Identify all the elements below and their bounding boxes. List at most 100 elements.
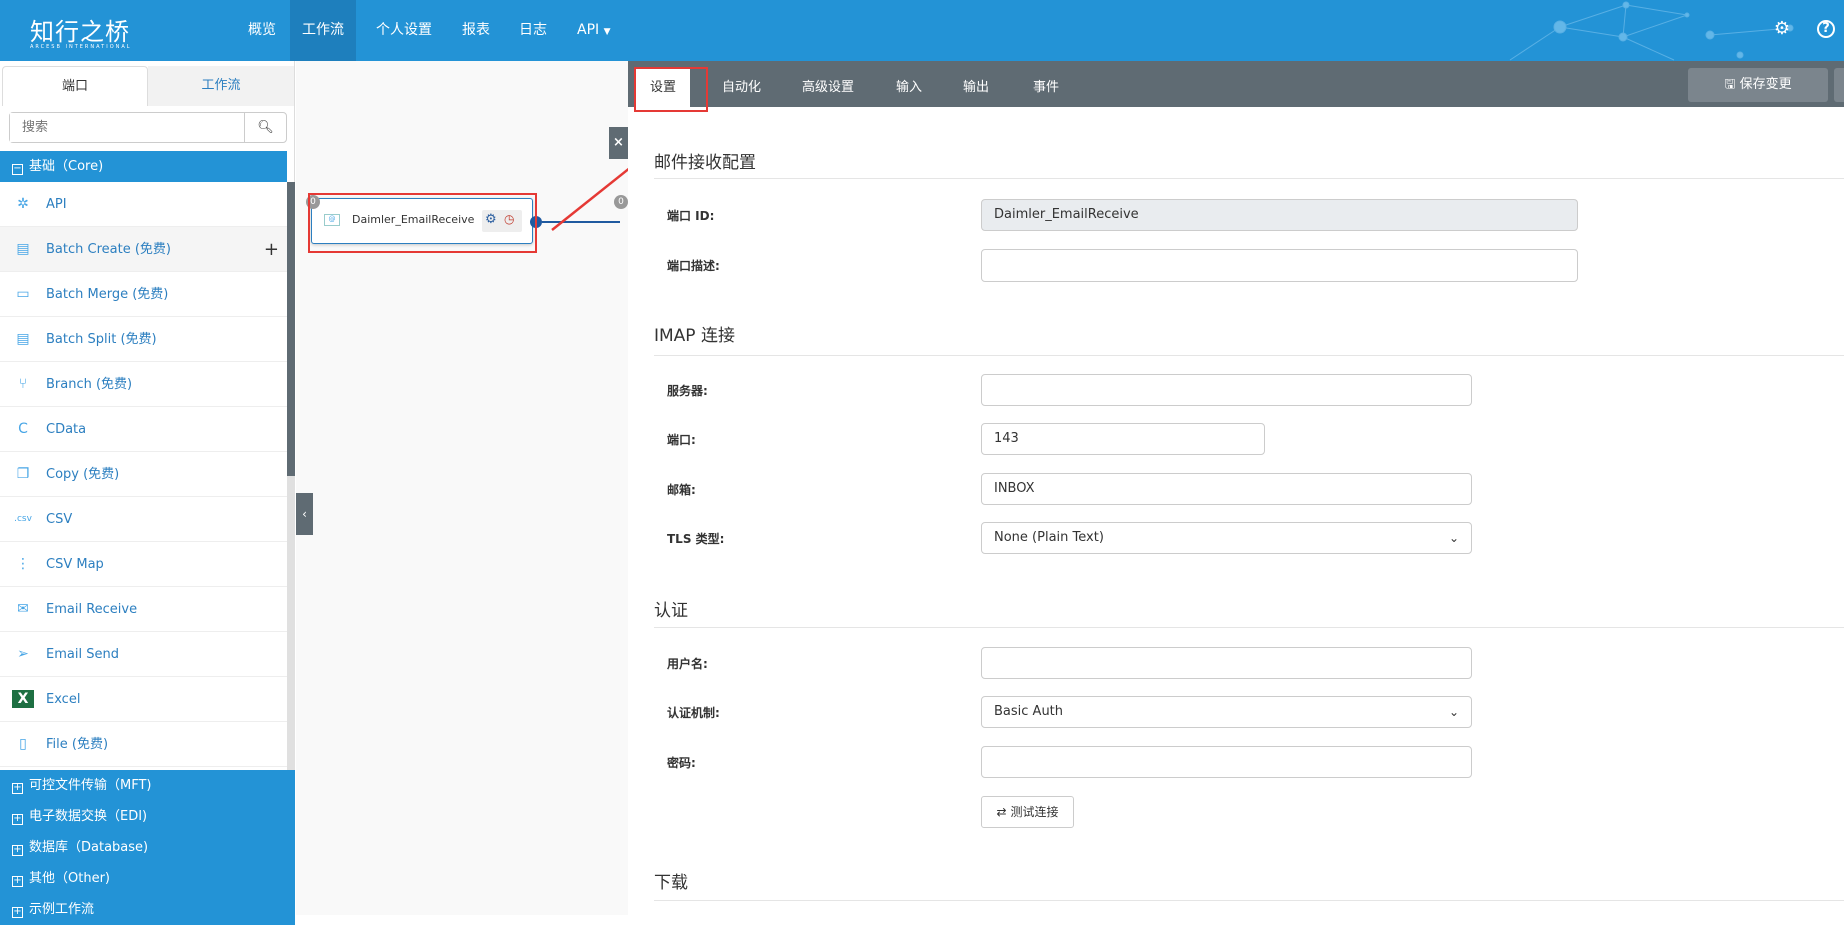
item-label: API [46, 197, 67, 212]
cdata-icon: C [18, 421, 28, 437]
port-id-label: 端口 ID: [667, 209, 715, 223]
section-download: 下载 [654, 873, 688, 893]
copy-icon: ❐ [16, 466, 30, 482]
help-icon[interactable]: ? [1817, 20, 1835, 38]
category-item[interactable]: + 可控文件传输（MFT) [0, 770, 295, 801]
highlight-tab-box [634, 67, 708, 112]
logo-subtitle: ARCESB INTERNATIONAL [30, 44, 132, 50]
search-box: 🔍︎ [9, 112, 287, 143]
divider [654, 627, 1844, 628]
highlight-node-box [308, 193, 537, 253]
exchange-icon: ⇄ [996, 805, 1007, 819]
tls-select[interactable]: None (Plain Text) ⌄ [981, 522, 1472, 554]
nav-api[interactable]: API ▼ [565, 0, 623, 61]
nav-reports[interactable]: 报表 [450, 0, 502, 61]
list-item[interactable]: X Excel [0, 677, 287, 722]
tab-input[interactable]: 输入 [882, 69, 936, 107]
list-item[interactable]: ▤ Batch Create (免费) + [0, 227, 287, 272]
category-item[interactable]: + 电子数据交换（EDI) [0, 801, 295, 832]
gear-icon[interactable]: ⚙ [1770, 18, 1794, 39]
item-label: Copy (免费) [46, 467, 120, 482]
divider [654, 178, 1844, 179]
search-icon[interactable]: 🔍︎ [244, 113, 286, 142]
batch-split-icon: ▤ [16, 331, 30, 347]
list-item[interactable]: ⑂ Branch (免费) [0, 362, 287, 407]
auth-mechanism-select[interactable]: Basic Auth ⌄ [981, 696, 1472, 728]
port-label: 端口: [667, 433, 696, 447]
list-item[interactable]: ▭ Batch Merge (免费) [0, 272, 287, 317]
section-imap: IMAP 连接 [654, 326, 735, 346]
list-item[interactable]: C CData [0, 407, 287, 452]
tab-workflows[interactable]: 工作流 [148, 66, 294, 106]
csv-map-icon: ⋮ [16, 556, 30, 572]
category-item[interactable]: + 其他（Other) [0, 863, 295, 894]
server-field[interactable] [981, 374, 1472, 406]
category-label: 基础（Core) [29, 159, 104, 174]
expand-icon: + [12, 844, 23, 856]
list-item[interactable]: ✉ Email Receive [0, 587, 287, 632]
add-icon[interactable]: + [264, 227, 279, 272]
list-item[interactable]: ❐ Copy (免费) [0, 452, 287, 497]
nav-api-label: API [577, 22, 600, 38]
tls-value: None (Plain Text) [994, 530, 1104, 545]
nav-profile[interactable]: 个人设置 [364, 0, 444, 61]
email-send-icon: ➢ [17, 646, 29, 662]
scrollbar-thumb[interactable] [287, 182, 295, 476]
left-panel: 端口 工作流 🔍︎ −基础（Core) ✲ API ▤ Batch Create (免… [0, 61, 295, 925]
item-label: Excel [46, 692, 81, 707]
category-label: 数据库（Database) [29, 840, 149, 855]
list-item[interactable]: ▯ File (免费) [0, 722, 287, 767]
item-label: Email Send [46, 647, 119, 662]
server-label: 服务器: [667, 384, 708, 398]
category-item[interactable]: + 数据库（Database) [0, 832, 295, 863]
section-mail-config: 邮件接收配置 [654, 153, 756, 173]
search-input[interactable] [10, 113, 240, 142]
excel-icon: X [12, 690, 34, 708]
tab-advanced[interactable]: 高级设置 [788, 69, 868, 107]
password-field[interactable] [981, 746, 1472, 778]
tab-events[interactable]: 事件 [1019, 69, 1073, 107]
port-id-field[interactable]: Daimler_EmailReceive [981, 199, 1578, 231]
top-header: 知行之桥 ARCESB INTERNATIONAL 概览 工作流 个人设置 报表… [0, 0, 1844, 61]
logo[interactable]: 知行之桥 [30, 12, 130, 47]
tab-automation[interactable]: 自动化 [708, 69, 775, 107]
item-label: Batch Split (免费) [46, 332, 157, 347]
batch-merge-icon: ▭ [16, 286, 30, 302]
expand-icon: + [12, 782, 23, 794]
list-item[interactable]: ⋮ CSV Map [0, 542, 287, 587]
list-item[interactable]: ▤ Batch Split (免费) [0, 317, 287, 362]
close-panel-button[interactable]: × [609, 127, 628, 159]
list-item[interactable]: ➢ Email Send [0, 632, 287, 677]
save-icon: 🖫︎ [1724, 77, 1736, 92]
tls-label: TLS 类型: [667, 532, 725, 546]
section-auth: 认证 [654, 601, 688, 621]
tab-output[interactable]: 输出 [949, 69, 1003, 107]
category-item[interactable]: + 示例工作流 [0, 894, 295, 925]
nav-logs[interactable]: 日志 [507, 0, 559, 61]
auth-mechanism-label: 认证机制: [667, 706, 720, 720]
save-label: 保存变更 [1739, 77, 1792, 92]
port-field[interactable]: 143 [981, 423, 1265, 455]
more-button[interactable] [1834, 68, 1844, 102]
username-field[interactable] [981, 647, 1472, 679]
item-label: Batch Create (免费) [46, 242, 171, 257]
email-receive-icon: ✉ [17, 601, 29, 617]
test-connection-label: 测试连接 [1010, 805, 1059, 819]
collapse-panel-handle[interactable]: ‹ [296, 493, 313, 535]
category-label: 可控文件传输（MFT) [29, 778, 152, 793]
tab-ports[interactable]: 端口 [2, 66, 148, 106]
item-label: CSV Map [46, 557, 104, 572]
save-changes-button[interactable]: 🖫︎ 保存变更 [1688, 68, 1828, 102]
description-textarea[interactable] [981, 249, 1578, 282]
test-connection-button[interactable]: ⇄ 测试连接 [981, 796, 1074, 828]
expand-icon: + [12, 906, 23, 918]
list-item[interactable]: ✲ API [0, 182, 287, 227]
category-label: 电子数据交换（EDI) [29, 809, 148, 824]
category-core[interactable]: − 基础（Core) [0, 151, 287, 182]
list-item[interactable]: .csv CSV [0, 497, 287, 542]
nav-workflow[interactable]: 工作流 [290, 0, 356, 61]
auth-mechanism-value: Basic Auth [994, 704, 1064, 719]
expand-icon: + [12, 875, 23, 887]
mailbox-field[interactable]: INBOX [981, 473, 1472, 505]
nav-overview[interactable]: 概览 [236, 0, 288, 61]
